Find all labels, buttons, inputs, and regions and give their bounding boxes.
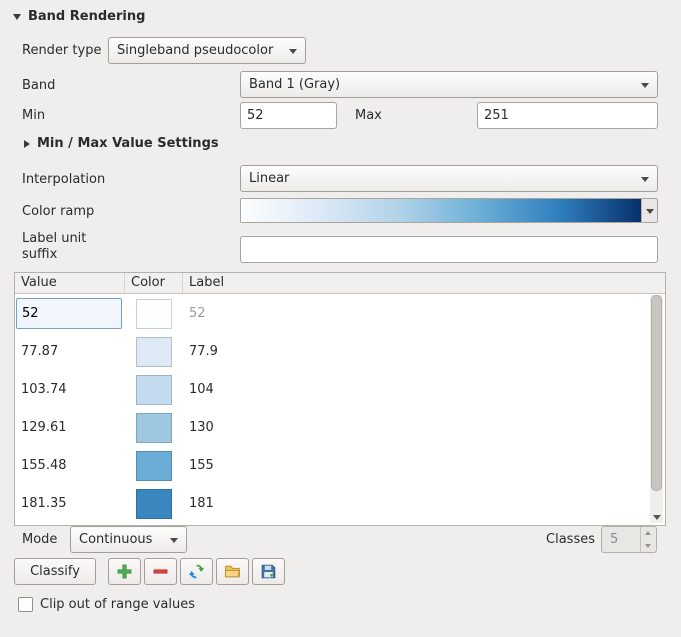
classes-value: 5 [610,532,618,547]
label-cell[interactable]: 77.9 [189,344,218,359]
color-map-table[interactable]: Value Color Label 52 77.87 77.9 103.74 1… [14,272,666,526]
expand-arrow-icon [24,140,30,148]
chevron-down-icon [289,49,297,54]
color-swatch[interactable] [136,451,172,481]
minus-icon [152,563,169,580]
value-cell[interactable]: 181.35 [21,496,67,511]
mode-label: Mode [22,532,57,548]
plus-icon [116,563,133,580]
interpolation-value: Linear [249,171,289,186]
value-cell[interactable]: 77.87 [21,344,58,359]
scroll-down-icon[interactable] [653,515,661,520]
band-rendering-header[interactable]: Band Rendering [13,9,145,24]
column-header-value[interactable]: Value [15,273,125,293]
mode-select[interactable]: Continuous [70,526,187,553]
label-cell[interactable]: 104 [189,382,214,397]
color-ramp-dropdown-button[interactable] [641,199,657,222]
band-value: Band 1 (Gray) [249,77,340,92]
minmax-settings-header[interactable]: Min / Max Value Settings [24,136,219,151]
value-cell[interactable]: 129.61 [21,420,67,435]
color-swatch[interactable] [136,337,172,367]
value-cell-editor[interactable] [16,298,122,329]
label-unit-suffix-input[interactable] [240,236,658,263]
label-cell[interactable]: 181 [189,496,214,511]
interpolation-select[interactable]: Linear [240,165,658,192]
save-icon [260,563,277,580]
vertical-scrollbar[interactable] [650,295,663,523]
spinner-buttons [640,527,656,552]
table-row[interactable]: 52 [15,295,650,333]
classify-button-label: Classify [30,564,80,579]
load-colormap-button[interactable] [216,558,249,585]
label-cell[interactable]: 155 [189,458,214,473]
band-select[interactable]: Band 1 (Gray) [240,71,658,98]
folder-icon [224,563,241,580]
max-input[interactable] [477,102,658,129]
render-type-select[interactable]: Singleband pseudocolor [108,37,306,64]
table-row[interactable]: 103.74 104 [15,371,650,409]
label-cell[interactable]: 52 [189,306,206,321]
classes-spinbox: 5 [601,526,657,553]
label-cell[interactable]: 130 [189,420,214,435]
chevron-down-icon [170,538,178,543]
color-ramp-select[interactable] [240,198,658,223]
interpolation-label: Interpolation [22,172,105,188]
classes-label: Classes [540,532,595,548]
table-row[interactable]: 77.87 77.9 [15,333,650,371]
refresh-icon [188,563,205,580]
table-header[interactable]: Value Color Label [15,273,665,294]
column-header-label[interactable]: Label [183,273,665,293]
section-title: Band Rendering [28,9,145,24]
classify-button[interactable]: Classify [14,558,96,585]
color-swatch[interactable] [136,299,172,329]
chevron-down-icon [641,83,649,88]
band-label: Band [22,78,55,94]
value-cell[interactable]: 155.48 [21,458,67,473]
table-row[interactable]: 181.35 181 [15,485,650,523]
color-ramp-preview [241,199,641,222]
label-unit-suffix-label: Label unit suffix [22,231,117,263]
max-label: Max [355,108,382,124]
color-swatch[interactable] [136,489,172,519]
min-label: Min [22,108,45,124]
render-type-label: Render type [22,43,101,59]
chevron-down-icon [641,177,649,182]
minmax-settings-title: Min / Max Value Settings [37,136,219,151]
remove-entry-button[interactable] [144,558,177,585]
clip-checkbox-label[interactable]: Clip out of range values [40,597,195,613]
table-row[interactable]: 129.61 130 [15,409,650,447]
add-entry-button[interactable] [108,558,141,585]
scrollbar-handle[interactable] [651,295,662,491]
table-row[interactable]: 155.48 155 [15,447,650,485]
mode-value: Continuous [79,532,152,547]
reload-colormap-button[interactable] [180,558,213,585]
chevron-down-icon [646,209,654,214]
render-type-value: Singleband pseudocolor [117,43,273,58]
band-rendering-panel: Band Rendering Render type Singleband ps… [0,0,681,637]
spin-down-icon [641,540,656,553]
save-colormap-button[interactable] [252,558,285,585]
color-swatch[interactable] [136,375,172,405]
spin-up-icon [641,527,656,540]
column-header-color[interactable]: Color [125,273,183,293]
color-swatch[interactable] [136,413,172,443]
clip-checkbox[interactable] [18,597,33,612]
value-cell[interactable]: 103.74 [21,382,67,397]
min-input[interactable] [240,102,337,129]
color-ramp-label: Color ramp [22,204,94,220]
collapse-arrow-icon [13,14,21,20]
